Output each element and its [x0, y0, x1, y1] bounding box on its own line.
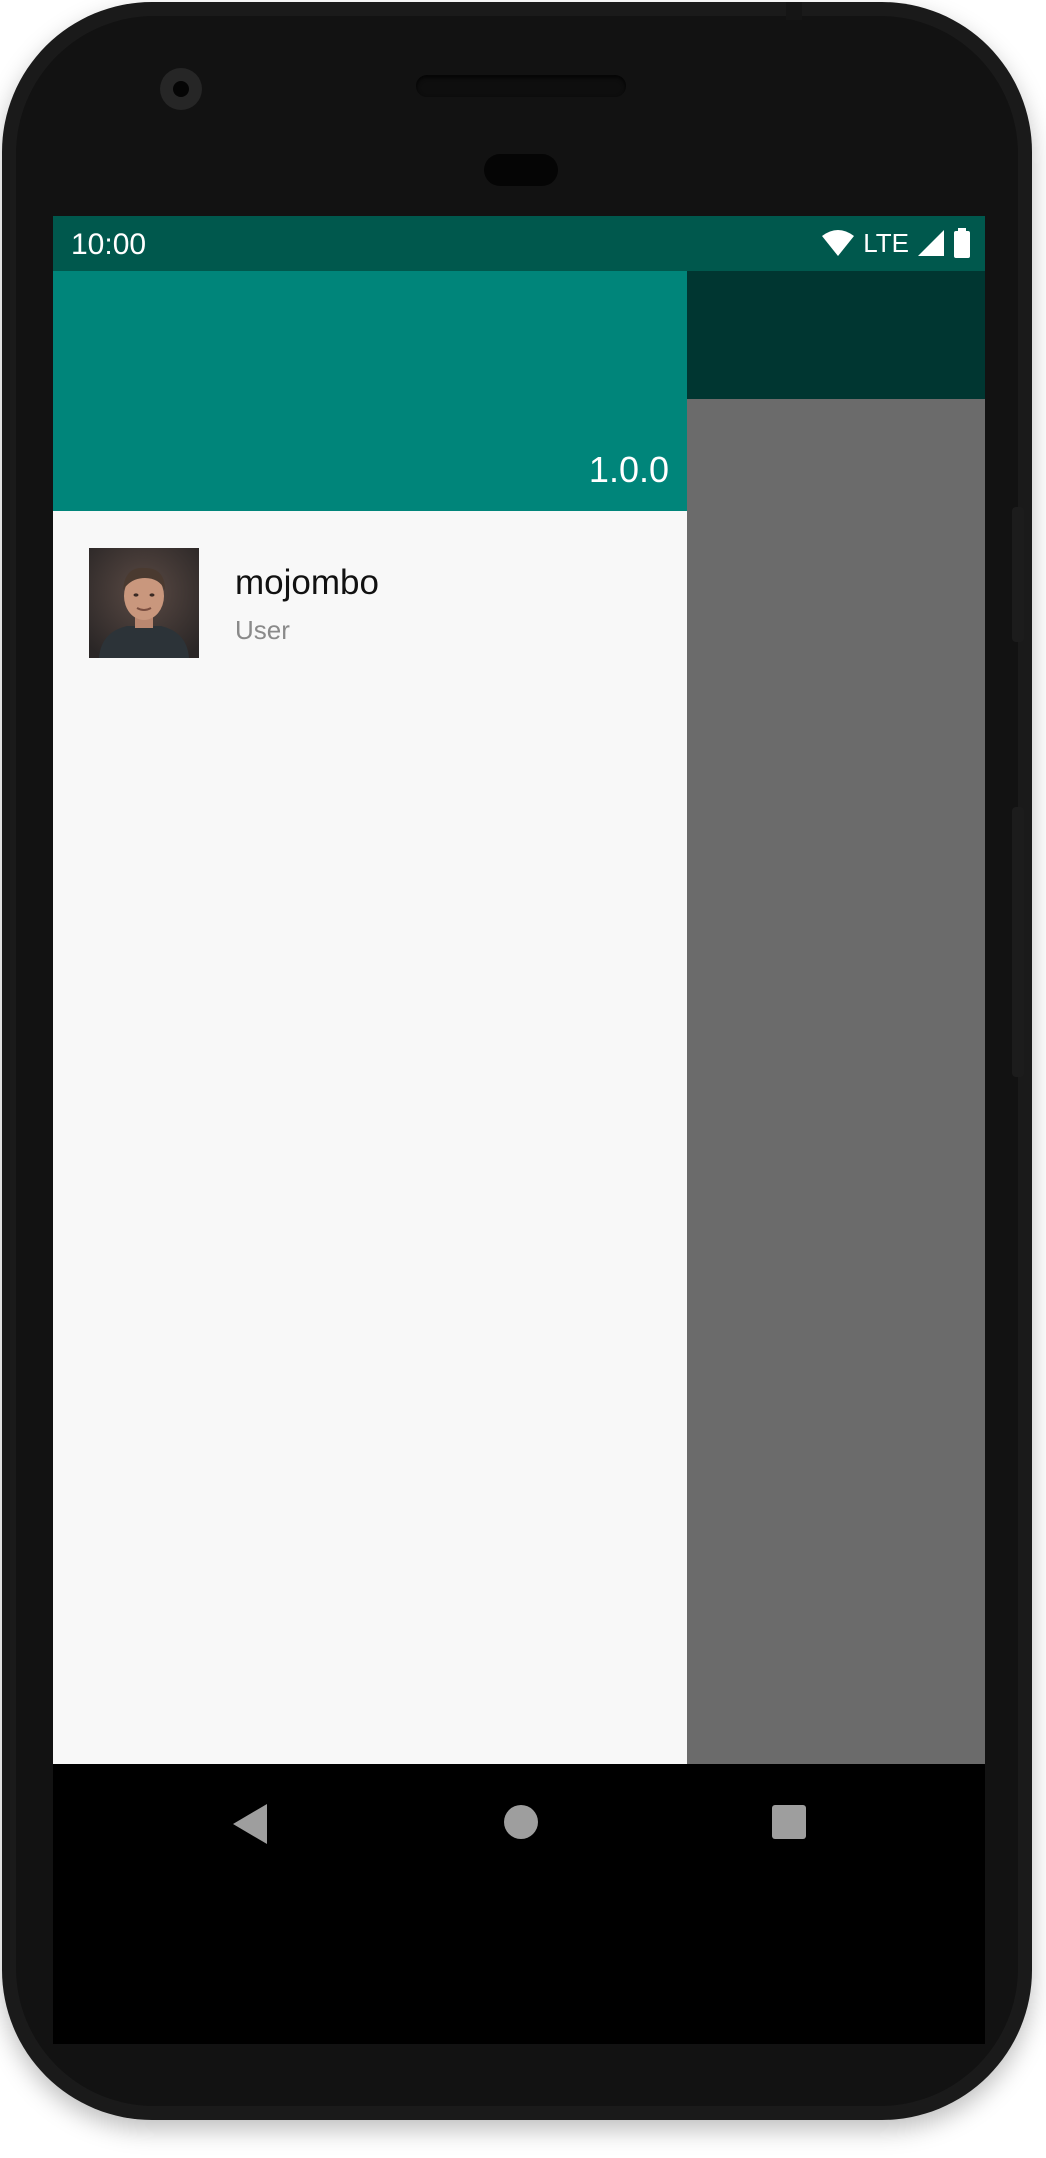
earpiece-speaker: [416, 75, 626, 97]
status-icons: LTE: [821, 227, 971, 259]
front-camera: [160, 68, 202, 110]
volume-button: [1012, 807, 1024, 1077]
status-bar: 10:00 LTE: [53, 216, 985, 271]
wifi-icon: [822, 230, 855, 256]
recents-icon: [772, 1805, 806, 1839]
phone-top-nub: [786, 2, 802, 20]
app-version-label: 1.0.0: [588, 449, 669, 490]
signal-icon: [918, 230, 944, 256]
user-name: mojombo: [235, 563, 379, 602]
dimmed-app-bar: [687, 271, 985, 399]
system-navigation-bar: [53, 1764, 985, 2044]
network-type-label: LTE: [863, 227, 909, 258]
back-button[interactable]: [231, 1802, 271, 1851]
status-time: 10:00: [71, 228, 147, 261]
battery-icon: [954, 228, 970, 258]
avatar-photo: [89, 548, 199, 658]
recents-button[interactable]: [769, 1802, 809, 1847]
home-icon: [504, 1805, 538, 1839]
avatar: [89, 548, 199, 658]
user-list-item[interactable]: mojombo User: [53, 511, 687, 658]
user-role: User: [235, 615, 290, 645]
proximity-sensor: [484, 154, 558, 186]
navigation-drawer: 1.0.0 mojombo User: [53, 271, 687, 1764]
drawer-header: 1.0.0: [53, 271, 687, 511]
back-icon: [233, 1804, 267, 1844]
home-button[interactable]: [501, 1802, 541, 1847]
power-button: [1012, 507, 1024, 642]
screen: 10:00 LTE 1.0.0 mojombo User: [53, 216, 985, 1764]
